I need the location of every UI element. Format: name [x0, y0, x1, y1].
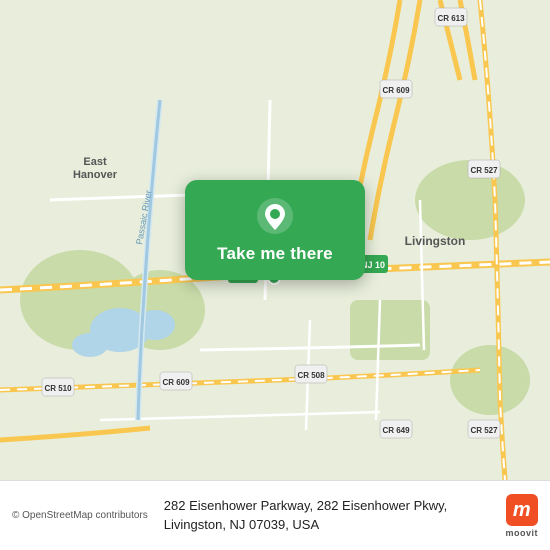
svg-text:CR 527: CR 527	[470, 426, 498, 435]
moovit-label: moovit	[505, 528, 538, 538]
osm-credit: © OpenStreetMap contributors	[12, 510, 148, 521]
svg-text:CR 609: CR 609	[162, 378, 190, 387]
svg-text:CR 613: CR 613	[437, 14, 465, 23]
svg-text:East: East	[83, 156, 107, 168]
map-view[interactable]: NJ 10 NJ 10 CR 613 CR 609 CR 527 CR 510 …	[0, 0, 550, 480]
moovit-m-letter: m	[513, 500, 531, 520]
svg-text:Hanover: Hanover	[73, 169, 118, 181]
svg-text:Livingston: Livingston	[405, 234, 466, 248]
bottom-bar: © OpenStreetMap contributors 282 Eisenho…	[0, 480, 550, 550]
address-block: 282 Eisenhower Parkway, 282 Eisenhower P…	[164, 497, 496, 533]
svg-text:CR 510: CR 510	[44, 384, 72, 393]
svg-text:CR 649: CR 649	[382, 426, 410, 435]
moovit-icon: m	[506, 494, 538, 526]
svg-text:CR 527: CR 527	[470, 166, 498, 175]
svg-text:CR 609: CR 609	[382, 86, 410, 95]
svg-text:CR 508: CR 508	[297, 371, 325, 380]
take-me-there-button[interactable]: Take me there	[217, 244, 333, 264]
location-card[interactable]: Take me there	[185, 180, 365, 280]
location-pin-icon	[255, 196, 295, 236]
address-line2: Livingston, NJ 07039, USA	[164, 516, 496, 534]
moovit-logo: m moovit	[505, 494, 538, 538]
address-line1: 282 Eisenhower Parkway, 282 Eisenhower P…	[164, 497, 496, 515]
